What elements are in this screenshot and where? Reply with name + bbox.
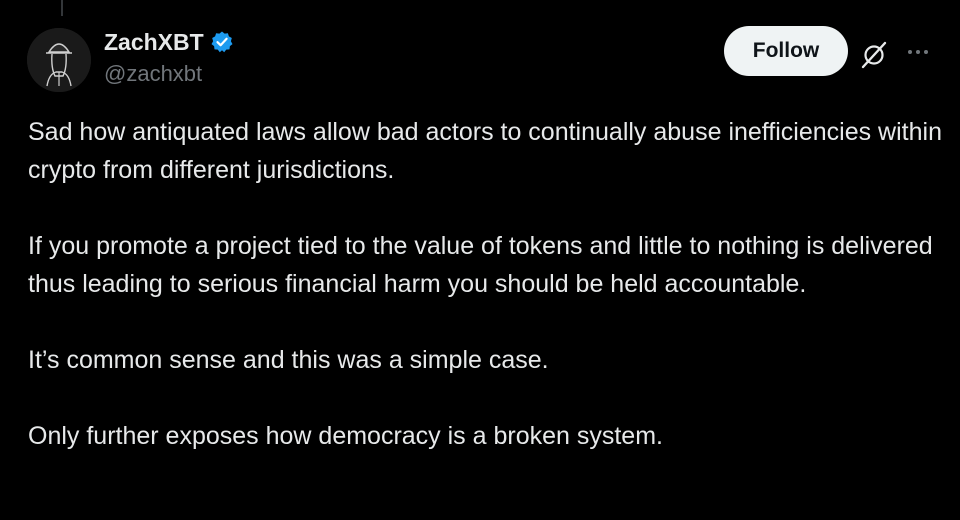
more-dot [908, 50, 912, 54]
follow-button[interactable]: Follow [724, 26, 848, 76]
tweet-paragraph: If you promote a project tied to the val… [28, 232, 933, 298]
tweet-paragraph: Sad how antiquated laws allow bad actors… [28, 118, 942, 184]
thread-connector-line [61, 0, 63, 16]
detective-avatar-icon [27, 28, 91, 92]
more-dot [924, 50, 928, 54]
avatar[interactable] [27, 28, 91, 92]
verified-badge-icon[interactable] [210, 30, 234, 54]
grok-icon[interactable] [858, 38, 890, 70]
tweet-paragraph: Only further exposes how democracy is a … [28, 422, 663, 450]
tweet-paragraph: It’s common sense and this was a simple … [28, 346, 549, 374]
more-dot [916, 50, 920, 54]
author-handle[interactable]: @zachxbt [104, 60, 202, 88]
author-name-row: ZachXBT [104, 27, 234, 57]
tweet-text: Sad how antiquated laws allow bad actors… [28, 113, 948, 493]
more-options-icon[interactable] [902, 38, 934, 66]
author-display-name[interactable]: ZachXBT [104, 27, 204, 57]
